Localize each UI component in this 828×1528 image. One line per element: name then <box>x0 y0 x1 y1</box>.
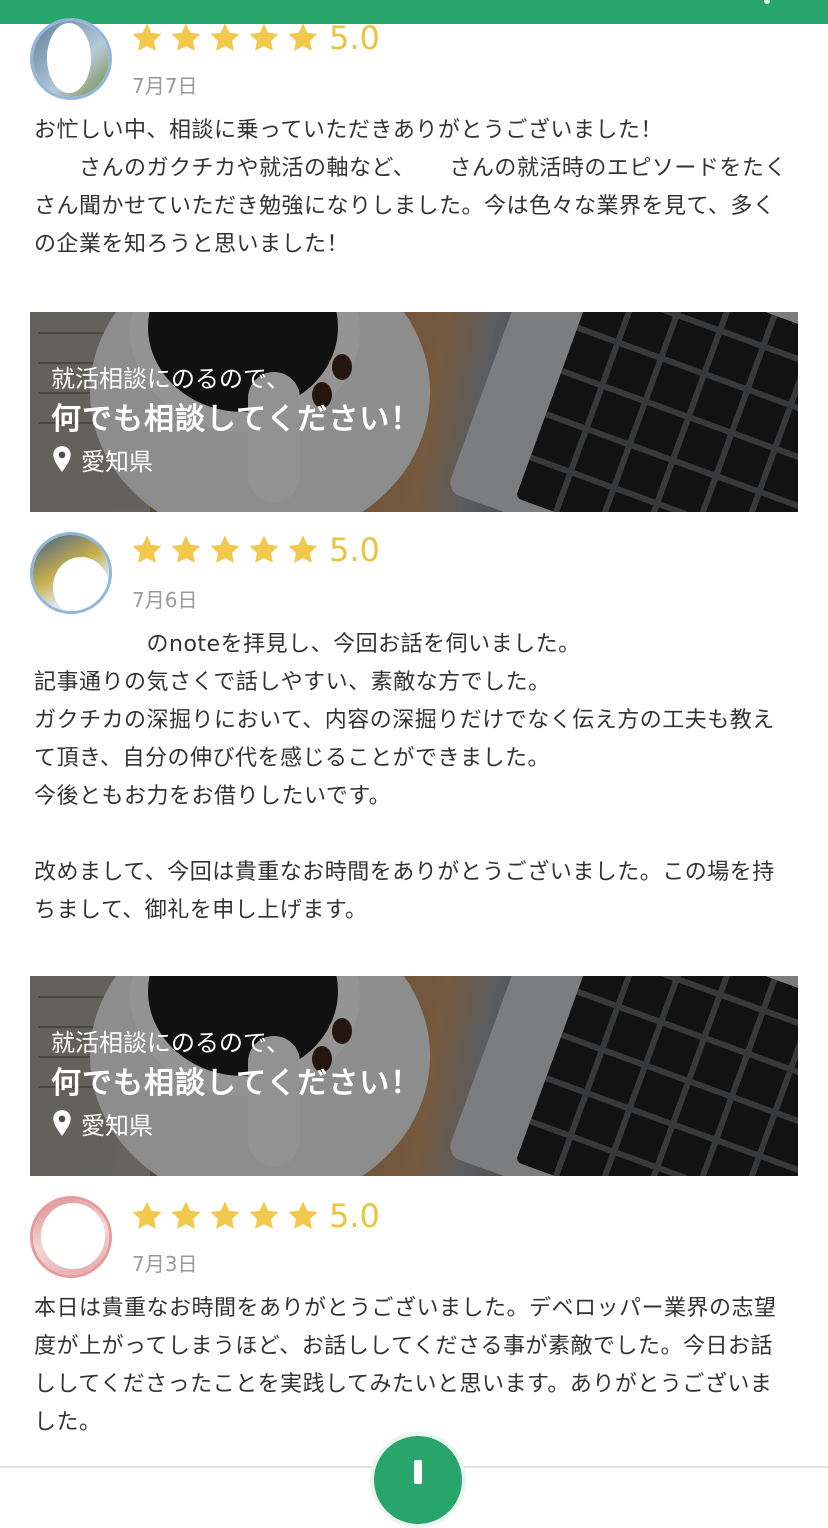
star-icon <box>286 1199 320 1233</box>
add-button[interactable] <box>370 1432 466 1528</box>
star-icon <box>286 533 320 567</box>
status-indicator <box>764 0 770 4</box>
star-icon <box>130 533 164 567</box>
avatar[interactable] <box>30 18 112 100</box>
star-icon <box>130 1199 164 1233</box>
rating-score: 5.0 <box>329 1197 380 1235</box>
listing-banner[interactable]: 就活相談にのるので、 何でも相談してください！ 愛知県 <box>30 976 798 1176</box>
star-icon <box>169 1199 203 1233</box>
banner-title: 何でも相談してください！ <box>51 1066 422 1101</box>
rating-score: 5.0 <box>329 531 380 569</box>
review-text: お忙しい中、相談に乗っていただきありがとうございました！ さんのガクチカや就活の… <box>34 118 787 257</box>
star-icon <box>130 21 164 55</box>
banner-location: 愛知県 <box>51 444 153 476</box>
rating-stars: 5.0 <box>130 18 380 58</box>
location-label: 愛知県 <box>81 1111 153 1140</box>
banner-location: 愛知県 <box>51 1108 153 1140</box>
review-text: のnoteを拝見し、今回お話を伺いました。 記事通りの気さくで話しやすい、素敵な… <box>34 632 775 923</box>
top-app-bar <box>0 0 828 24</box>
avatar[interactable] <box>30 532 112 614</box>
star-icon <box>208 21 242 55</box>
star-icon <box>208 1199 242 1233</box>
plus-icon <box>414 1460 422 1484</box>
star-icon <box>247 1199 281 1233</box>
listing-banner[interactable]: 就活相談にのるので、 何でも相談してください！ 愛知県 <box>30 312 798 512</box>
avatar[interactable] <box>30 1196 112 1278</box>
banner-subtitle: 就活相談にのるので、 <box>51 1029 291 1057</box>
rating-stars: 5.0 <box>130 1196 380 1236</box>
rating-score: 5.0 <box>329 19 380 57</box>
star-icon <box>247 21 281 55</box>
review-date: 7月7日 <box>132 74 198 98</box>
review-date: 7月3日 <box>132 1252 198 1276</box>
star-icon <box>247 533 281 567</box>
star-icon <box>169 533 203 567</box>
location-label: 愛知県 <box>81 447 153 476</box>
star-icon <box>208 533 242 567</box>
location-pin-icon <box>53 1110 71 1136</box>
rating-stars: 5.0 <box>130 530 380 570</box>
banner-subtitle: 就活相談にのるので、 <box>51 365 291 393</box>
star-icon <box>286 21 320 55</box>
location-pin-icon <box>53 446 71 472</box>
star-icon <box>169 21 203 55</box>
review-text: 本日は貴重なお時間をありがとうございました。デベロッパー業界の志望度が上がってし… <box>34 1296 777 1435</box>
review-date: 7月6日 <box>132 588 198 612</box>
banner-title: 何でも相談してください！ <box>51 402 422 437</box>
